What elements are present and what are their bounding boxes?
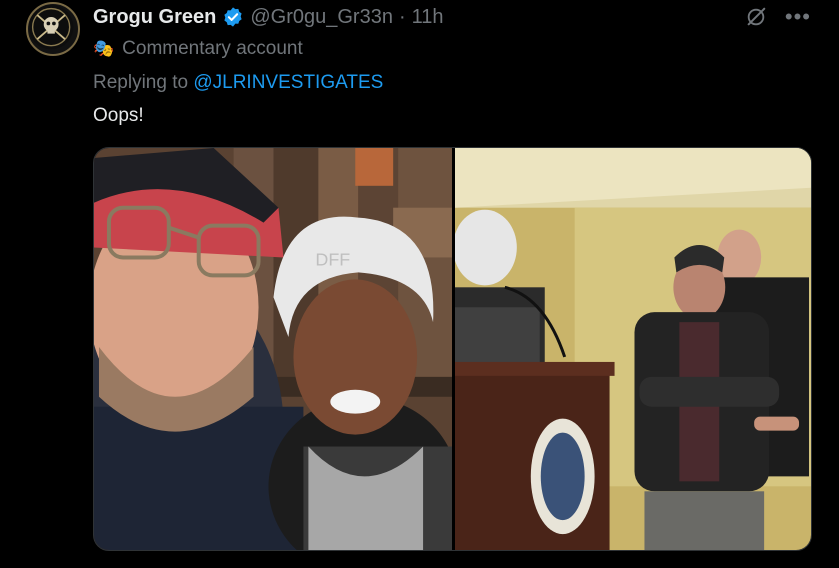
- display-name[interactable]: Grogu Green: [93, 6, 216, 29]
- mention-link[interactable]: @JLRINVESTIGATES: [193, 72, 383, 93]
- grok-icon[interactable]: [745, 6, 767, 28]
- tweet-actions-top: •••: [745, 6, 811, 28]
- verified-badge-icon[interactable]: [222, 6, 244, 28]
- replying-prefix: Replying to: [93, 72, 189, 93]
- avatar[interactable]: [26, 2, 80, 56]
- tweet-text: Oops!: [93, 105, 144, 126]
- separator-dot: ·: [398, 5, 406, 28]
- skull-logo-icon: [28, 4, 74, 50]
- selfie-image: DFF: [94, 148, 452, 550]
- photo-selfie[interactable]: DFF: [94, 148, 452, 550]
- account-label-text: Commentary account: [122, 38, 303, 59]
- event-image: [455, 148, 811, 550]
- photo-event[interactable]: [455, 148, 811, 550]
- replying-to: Replying to @JLRINVESTIGATES: [93, 72, 383, 94]
- media-grid: DFF: [93, 147, 812, 551]
- more-icon[interactable]: •••: [785, 6, 811, 28]
- watermark-text: DFF: [315, 249, 350, 269]
- account-label[interactable]: 🎭 Commentary account: [93, 38, 303, 60]
- tweet-header: Grogu Green @Gr0gu_Gr33n · 11h: [93, 5, 444, 29]
- handle[interactable]: @Gr0gu_Gr33n: [250, 6, 393, 29]
- theater-mask-icon: 🎭: [93, 39, 115, 58]
- timestamp[interactable]: 11h: [412, 6, 444, 29]
